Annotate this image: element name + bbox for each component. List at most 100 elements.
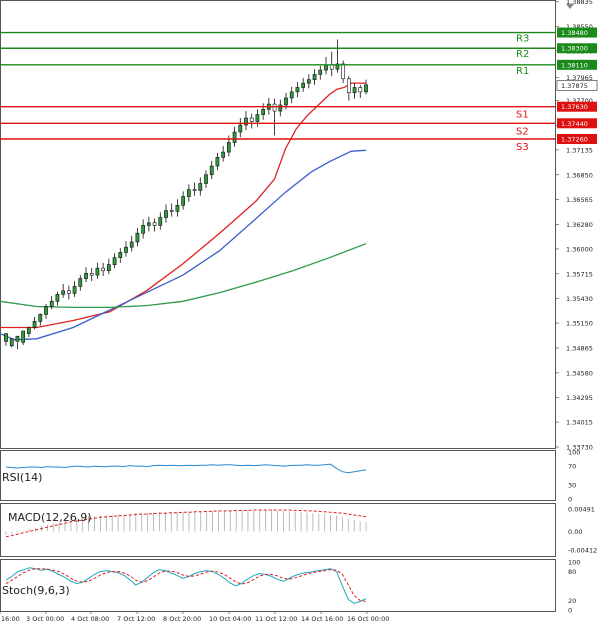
stoch-title: Stoch(9,6,3) bbox=[2, 584, 70, 597]
time-tick-label: 16 Oct 00:00 bbox=[347, 615, 389, 623]
candle-body-up bbox=[9, 338, 14, 347]
price-tick-label: 1.36850 bbox=[566, 171, 593, 179]
candle-body-down bbox=[89, 273, 94, 276]
rsi-tick-label: 100 bbox=[568, 449, 580, 457]
candle-body-down bbox=[192, 189, 197, 191]
candle-body-up bbox=[78, 278, 83, 287]
candle-body-up bbox=[118, 252, 123, 258]
candle-body-up bbox=[312, 74, 317, 80]
candle-body-up bbox=[318, 69, 323, 75]
level-price-label: 1.37260 bbox=[561, 135, 588, 143]
time-tick-label: 14 Oct 16:00 bbox=[301, 615, 343, 623]
candle-body-down bbox=[249, 117, 254, 122]
candle-body-up bbox=[364, 84, 368, 93]
candle-body-up bbox=[215, 157, 220, 167]
candle-body-up bbox=[284, 97, 288, 106]
time-tick-label: 3 Oct 00:00 bbox=[26, 615, 64, 623]
forex-chart: 1.388351.385501.382701.379651.377001.374… bbox=[0, 0, 598, 623]
time-tick-label: 8 Oct 20:00 bbox=[163, 615, 201, 623]
rsi-tick-label: 70 bbox=[568, 463, 576, 471]
candle-body-down bbox=[66, 290, 71, 294]
candle-body-up bbox=[324, 64, 328, 71]
price-tick-label: 1.36000 bbox=[566, 245, 593, 253]
candle-body-up bbox=[112, 257, 117, 265]
price-tick-label: 1.34015 bbox=[566, 419, 593, 427]
candle-body-down bbox=[101, 267, 106, 272]
candle-body-up bbox=[295, 87, 300, 93]
level-name-r3: R3 bbox=[516, 34, 529, 45]
price-tick-label: 1.35150 bbox=[566, 320, 593, 328]
candle-body-up bbox=[38, 314, 43, 322]
candle-body-up bbox=[72, 286, 77, 294]
time-tick-label: 7 Oct 12:00 bbox=[117, 615, 155, 623]
level-price-label: 1.38300 bbox=[561, 45, 588, 53]
candle-body-down bbox=[341, 63, 346, 80]
level-price-label: 1.37440 bbox=[561, 120, 588, 128]
candle-body-down bbox=[346, 78, 351, 94]
current-price-marker: 1.37875 bbox=[556, 80, 598, 91]
candle-body-up bbox=[158, 217, 163, 226]
stoch-tick-label: 20 bbox=[568, 597, 576, 605]
candle-body-up bbox=[204, 174, 208, 184]
candle-body-up bbox=[261, 109, 266, 115]
price-tick-label: 1.34865 bbox=[566, 344, 593, 352]
time-tick-label: 16:00 bbox=[1, 615, 20, 623]
candle-body-up bbox=[61, 290, 66, 295]
stoch-tick-label: 100 bbox=[568, 559, 580, 567]
candle-body-up bbox=[106, 264, 111, 272]
time-axis: 16:00 3 Oct 00:00 4 Oct 08:00 7 Oct 12:00 8 … bbox=[0, 611, 389, 623]
candle-body-up bbox=[146, 222, 151, 226]
price-tick-label: 1.36280 bbox=[566, 221, 593, 229]
candle-body-up bbox=[255, 114, 260, 122]
candle-body-up bbox=[84, 273, 88, 279]
level-name-r2: R2 bbox=[516, 49, 529, 60]
level-price-label: 1.38110 bbox=[561, 61, 588, 69]
time-tick-label: 4 Oct 08:00 bbox=[71, 615, 109, 623]
candle-body-up bbox=[198, 183, 203, 191]
stoch-panel-frame bbox=[0, 559, 556, 612]
scroll-arrow-icon[interactable] bbox=[566, 4, 574, 9]
level-name-s2: S2 bbox=[516, 126, 529, 137]
main-panel-frame bbox=[0, 0, 556, 449]
level-name-s3: S3 bbox=[516, 142, 529, 153]
candle-body-up bbox=[306, 79, 311, 84]
candle-body-up bbox=[26, 327, 31, 334]
candle-body-up bbox=[289, 91, 294, 99]
candle-body-up bbox=[164, 210, 168, 218]
time-tick-label: 10 Oct 04:00 bbox=[209, 615, 251, 623]
candle-body-up bbox=[129, 241, 134, 248]
candle-body-down bbox=[272, 103, 277, 112]
candle-body-up bbox=[352, 87, 357, 94]
candle-body-up bbox=[49, 300, 54, 307]
price-tick-label: 1.37135 bbox=[566, 146, 593, 154]
candle-body-up bbox=[301, 82, 306, 88]
candle-body-down bbox=[152, 222, 157, 226]
candle-body-up bbox=[181, 196, 186, 206]
rsi-title: RSI(14) bbox=[2, 471, 42, 484]
candle-body-up bbox=[175, 205, 180, 212]
price-tick-label: 1.35430 bbox=[566, 295, 593, 303]
macd-tick-label: 0.00 bbox=[568, 528, 582, 536]
price-tick-label: 1.35715 bbox=[566, 270, 593, 278]
candle-body-up bbox=[95, 267, 100, 276]
candle-body-up bbox=[232, 131, 237, 143]
time-tick-label: 11 Oct 12:00 bbox=[255, 615, 297, 623]
candle-body-up bbox=[238, 124, 243, 133]
candle-body-up bbox=[135, 232, 140, 243]
level-name-r1: R1 bbox=[516, 66, 529, 77]
stoch-tick-label: 0 bbox=[568, 607, 572, 615]
rsi-tick-label: 0 bbox=[568, 496, 572, 504]
candle-body-up bbox=[4, 333, 8, 342]
candle-body-up bbox=[124, 246, 128, 253]
candle-body-up bbox=[226, 142, 231, 153]
macd-tick-label: 0.00491 bbox=[568, 506, 595, 514]
candle-body-down bbox=[169, 210, 174, 212]
macd-tick-label: -0.00412 bbox=[568, 547, 597, 555]
rsi-tick-label: 30 bbox=[568, 481, 576, 489]
candle-body-up bbox=[55, 294, 60, 302]
level-name-s1: S1 bbox=[516, 110, 529, 121]
candle-body-up bbox=[21, 330, 26, 343]
macd-title: MACD(12,26,9) bbox=[8, 511, 92, 524]
candle-body-up bbox=[44, 306, 48, 315]
rsi-panel-frame bbox=[0, 450, 556, 501]
